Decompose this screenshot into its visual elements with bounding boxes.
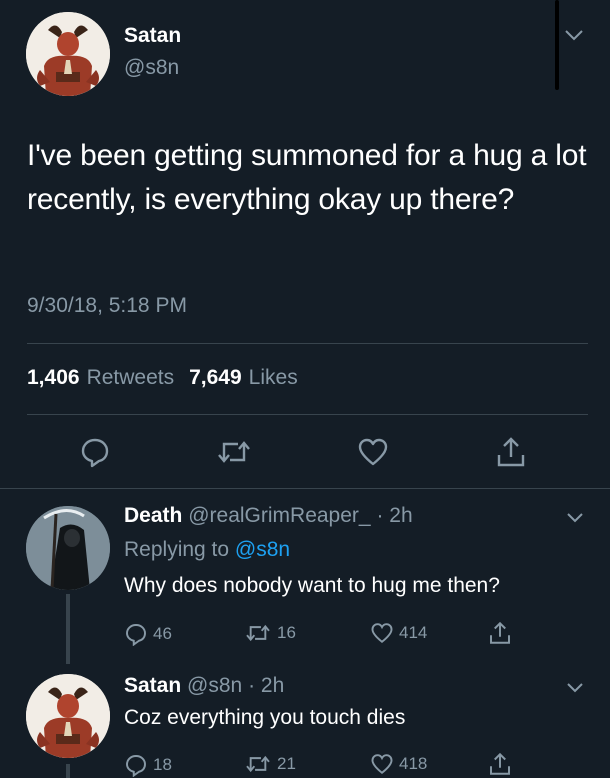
share-button[interactable] xyxy=(488,752,512,776)
retweet-count: 16 xyxy=(277,623,296,642)
heart-icon xyxy=(371,754,393,775)
scroll-indicator[interactable] xyxy=(555,0,559,90)
likes-count[interactable]: 7,649 xyxy=(189,366,242,390)
replying-prefix: Replying to xyxy=(124,538,230,561)
like-button[interactable]: 414 xyxy=(370,622,427,644)
like-button[interactable]: 418 xyxy=(370,753,427,775)
reply-count: 18 xyxy=(153,755,172,774)
reply-header: Satan @s8n · 2h xyxy=(124,674,284,698)
share-icon xyxy=(490,621,510,644)
likes-label[interactable]: Likes xyxy=(249,366,298,390)
user-handle[interactable]: @s8n xyxy=(187,674,242,697)
avatar[interactable] xyxy=(26,12,110,96)
reply-button[interactable]: 46 xyxy=(124,622,172,646)
death-avatar-image xyxy=(26,506,110,590)
chevron-down-icon[interactable] xyxy=(564,28,584,42)
tweet-stats: 1,406 Retweets 7,649 Likes xyxy=(27,366,306,390)
share-icon xyxy=(490,752,510,775)
divider xyxy=(27,343,588,344)
reply-text: Why does nobody want to hug me then? xyxy=(124,574,500,597)
reply-time[interactable]: · 2h xyxy=(376,504,412,527)
reply-time[interactable]: · 2h xyxy=(248,674,284,697)
tweet-timestamp[interactable]: 9/30/18, 5:18 PM xyxy=(27,294,187,318)
display-name[interactable]: Death xyxy=(124,504,182,527)
reply-icon xyxy=(126,755,146,777)
like-count: 414 xyxy=(399,623,428,642)
retweets-count[interactable]: 1,406 xyxy=(27,366,80,390)
retweet-icon xyxy=(246,624,270,642)
replying-to: Replying to @s8n xyxy=(124,538,290,562)
retweet-button[interactable]: 16 xyxy=(244,622,296,644)
share-icon xyxy=(497,437,525,467)
tweet-thread: Satan @s8n I've been getting summoned fo… xyxy=(0,0,610,778)
chevron-down-icon[interactable] xyxy=(566,682,584,694)
avatar[interactable] xyxy=(26,506,110,590)
thread-line xyxy=(66,594,70,664)
reply-button[interactable]: 18 xyxy=(124,753,172,777)
tweet-text: I've been getting summoned for a hug a l… xyxy=(27,139,587,216)
retweet-icon xyxy=(218,441,250,463)
retweet-icon xyxy=(246,755,270,773)
like-count: 418 xyxy=(399,754,428,773)
reply-button[interactable] xyxy=(75,432,115,472)
heart-icon xyxy=(358,438,388,466)
user-handle[interactable]: @realGrimReaper_ xyxy=(188,504,370,527)
display-name[interactable]: Satan xyxy=(124,24,181,48)
divider xyxy=(27,414,588,415)
retweet-count: 21 xyxy=(277,754,296,773)
display-name[interactable]: Satan xyxy=(124,674,181,697)
divider xyxy=(0,488,610,489)
reply-count: 46 xyxy=(153,624,172,643)
retweets-label[interactable]: Retweets xyxy=(87,366,175,390)
like-button[interactable] xyxy=(353,432,393,472)
share-button[interactable] xyxy=(488,621,512,645)
thread-line xyxy=(66,764,70,778)
reply-icon xyxy=(81,438,109,468)
satan-avatar-image xyxy=(26,12,110,96)
reply-text: Coz everything you touch dies xyxy=(124,706,406,729)
avatar[interactable] xyxy=(26,674,110,758)
share-button[interactable] xyxy=(491,432,531,472)
chevron-down-icon[interactable] xyxy=(566,512,584,524)
replying-to-link[interactable]: @s8n xyxy=(235,538,290,561)
user-handle[interactable]: @s8n xyxy=(124,56,179,80)
heart-icon xyxy=(371,623,393,644)
retweet-button[interactable] xyxy=(214,432,254,472)
reply-header: Death @realGrimReaper_ · 2h xyxy=(124,504,413,528)
retweet-button[interactable]: 21 xyxy=(244,753,296,775)
satan-avatar-image xyxy=(26,674,110,758)
reply-icon xyxy=(126,624,146,646)
